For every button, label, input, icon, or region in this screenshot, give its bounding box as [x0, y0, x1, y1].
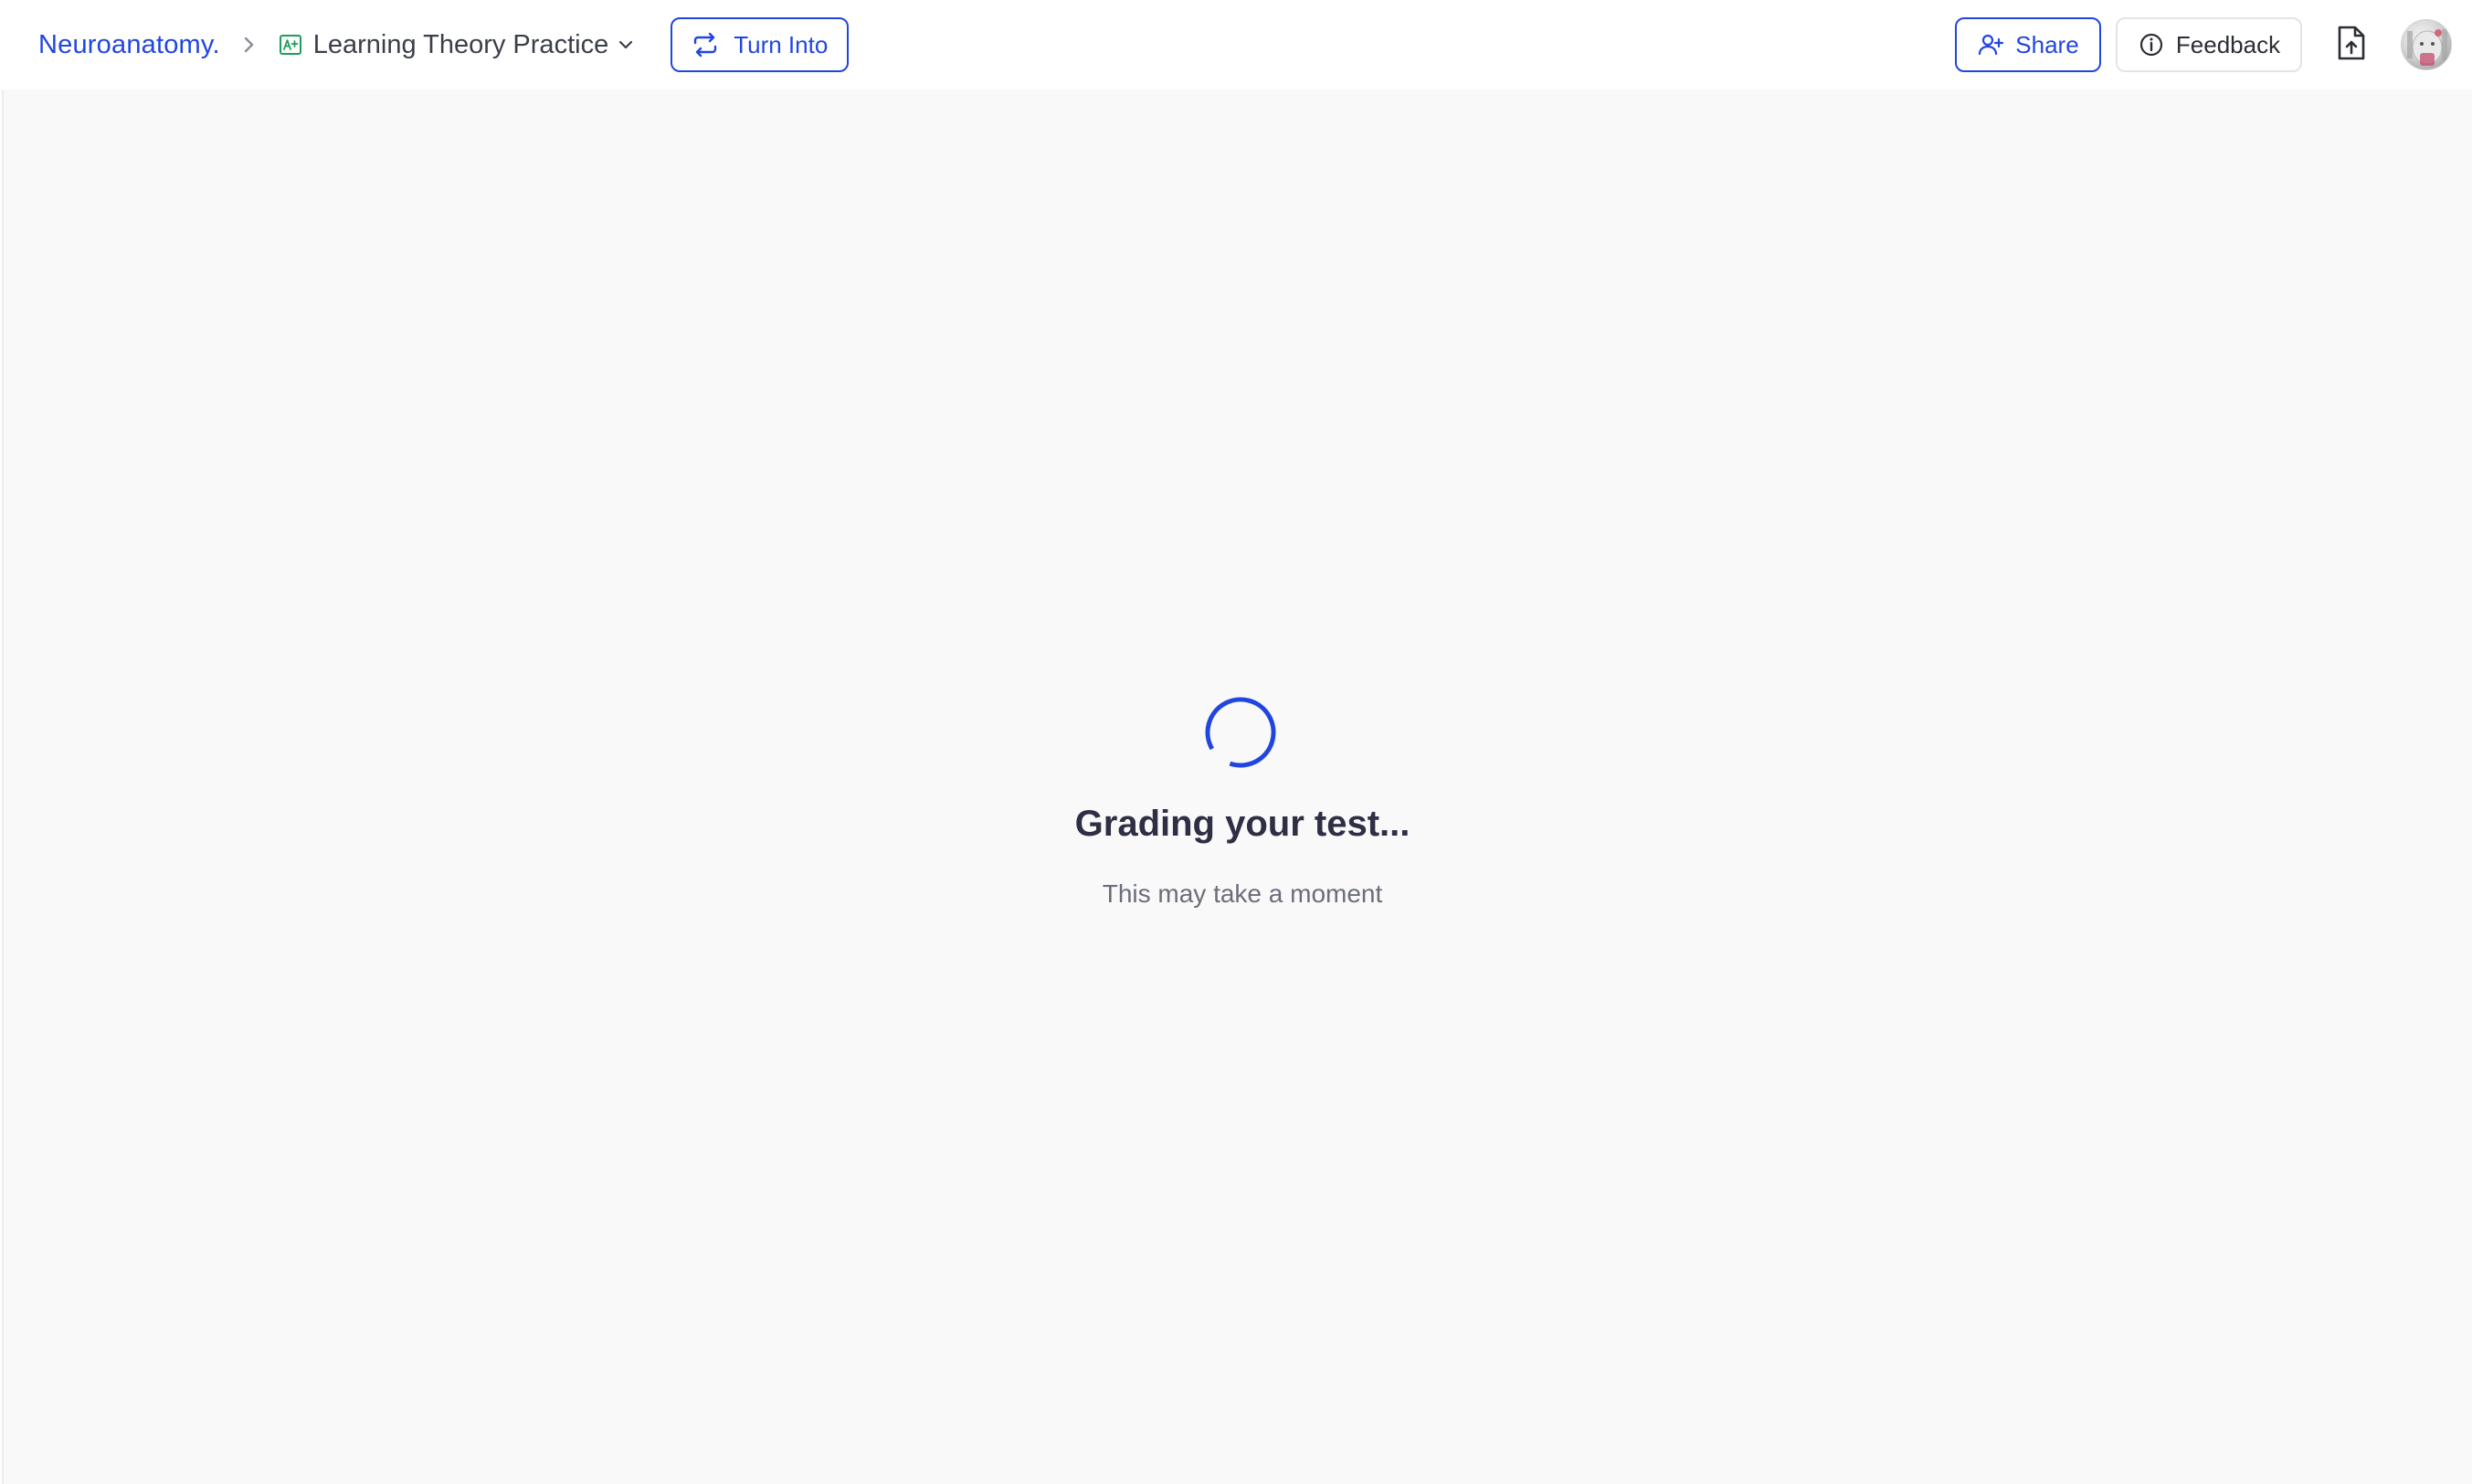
chevron-right-icon [238, 35, 259, 55]
breadcrumb-current-label: Learning Theory Practice [312, 29, 609, 59]
chevron-down-icon [616, 35, 636, 55]
turn-into-label: Turn Into [734, 30, 829, 58]
turn-into-button[interactable]: Turn Into [671, 17, 850, 72]
loading-title: Grading your test... [1074, 804, 1410, 844]
breadcrumb-root-link[interactable]: Neuroanatomy. [38, 30, 220, 60]
user-plus-icon [1977, 31, 2004, 58]
grading-loading-state: Grading your test... This may take a mom… [4, 696, 2472, 909]
main-content: Grading your test... This may take a mom… [2, 89, 2472, 1484]
loading-subtitle: This may take a moment [1102, 879, 1383, 908]
info-circle-icon [2138, 31, 2165, 58]
avatar[interactable] [2401, 19, 2452, 70]
breadcrumb: Neuroanatomy. Learning Theory Practice T… [38, 0, 850, 89]
repeat-arrows-icon [692, 31, 719, 58]
share-button[interactable]: Share [1955, 17, 2101, 72]
share-label: Share [2015, 30, 2079, 58]
feedback-button[interactable]: Feedback [2116, 17, 2302, 72]
breadcrumb-current-dropdown[interactable]: Learning Theory Practice [279, 30, 636, 60]
top-bar: Neuroanatomy. Learning Theory Practice T… [0, 0, 2472, 89]
a-plus-grade-icon [279, 33, 302, 57]
export-button[interactable] [2333, 25, 2370, 65]
loading-spinner-icon [1204, 696, 1277, 769]
file-upload-icon [2335, 24, 2368, 67]
feedback-label: Feedback [2175, 30, 2281, 58]
